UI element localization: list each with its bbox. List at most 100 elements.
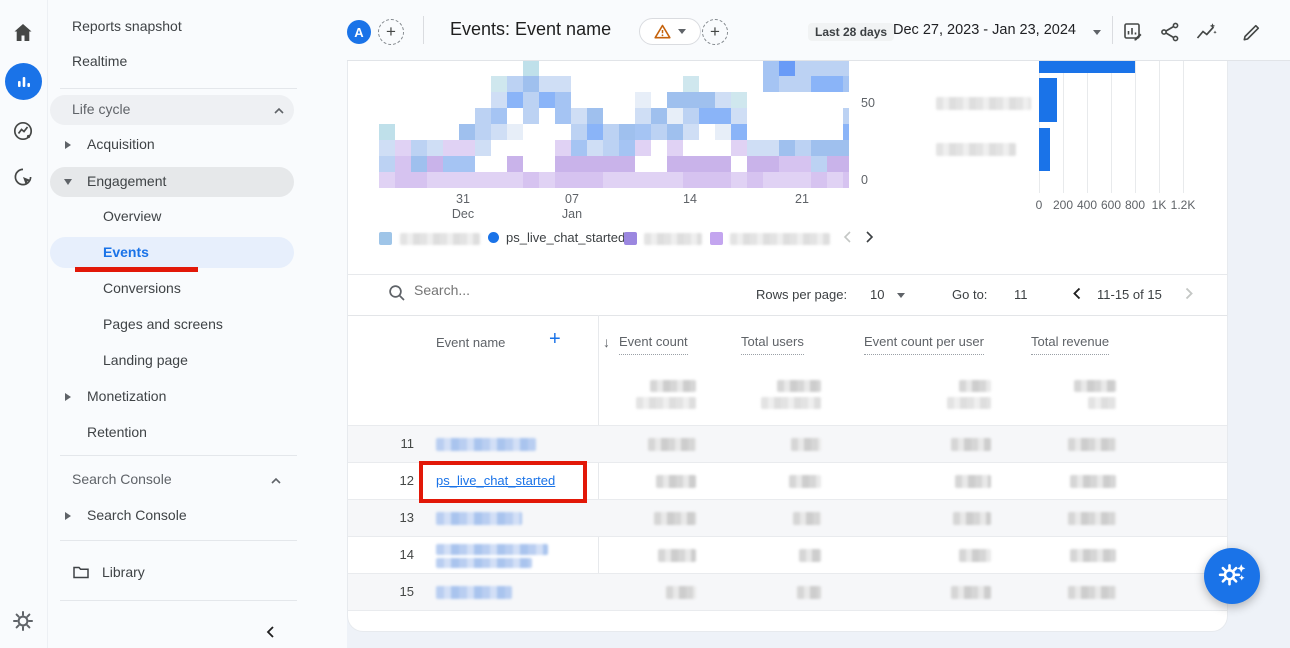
legend-swatch: [379, 232, 392, 245]
date-range-selector[interactable]: Dec 27, 2023 - Jan 23, 2024: [893, 22, 1076, 38]
x-axis-tick: 21: [780, 192, 824, 207]
sidebar-item-pages-and-screens[interactable]: Pages and screens: [103, 316, 223, 332]
col-header-event-count[interactable]: Event count: [619, 334, 688, 355]
redacted-event-name: [436, 512, 522, 525]
expand-arrow-icon[interactable]: [65, 393, 71, 401]
insights-fab-button[interactable]: [1204, 548, 1260, 604]
row-number: 15: [378, 584, 414, 599]
rows-per-page-value[interactable]: 10: [870, 287, 884, 302]
sidebar-item-monetization[interactable]: Monetization: [87, 388, 166, 404]
sidebar-item-realtime[interactable]: Realtime: [72, 53, 127, 69]
sidebar-item-search-console[interactable]: Search Console: [87, 507, 187, 523]
advertising-icon[interactable]: [12, 166, 34, 188]
chevron-up-icon[interactable]: [269, 474, 283, 488]
divider: [1112, 16, 1113, 44]
sidebar-item-conversions[interactable]: Conversions: [103, 280, 181, 296]
sidebar-item-events-selected[interactable]: Events: [50, 237, 294, 268]
bar-segment[interactable]: [1039, 60, 1135, 73]
table-row[interactable]: 13: [348, 499, 1227, 536]
account-avatar[interactable]: A: [347, 20, 371, 44]
col-header-total-revenue[interactable]: Total revenue: [1031, 334, 1109, 355]
legend-swatch: [624, 232, 637, 245]
obfuscated-line-chart: [379, 60, 849, 190]
sidebar-item-retention[interactable]: Retention: [87, 424, 147, 440]
table-row[interactable]: 15: [348, 573, 1227, 610]
row-number: 12: [378, 473, 414, 488]
pagination-range: 11-15 of 15: [1097, 287, 1162, 302]
legend-prev-icon[interactable]: [841, 230, 855, 244]
redacted-bar-label: [936, 97, 1031, 110]
prev-page-icon[interactable]: [1070, 286, 1085, 301]
col-header-event-count-per-user[interactable]: Event count per user: [864, 334, 984, 355]
expand-arrow-icon[interactable]: [65, 141, 71, 149]
expand-arrow-icon[interactable]: [65, 512, 71, 520]
reports-icon-selected[interactable]: [5, 63, 42, 100]
y-axis-tick: 0: [861, 173, 891, 187]
y-axis-tick: 50: [861, 96, 891, 110]
legend-dot: [488, 232, 499, 243]
event-name-link[interactable]: ps_live_chat_started: [436, 473, 555, 488]
sidebar-item-engagement[interactable]: Engagement: [50, 167, 294, 197]
sidebar-item-reports-snapshot[interactable]: Reports snapshot: [72, 18, 182, 34]
table-row-highlighted[interactable]: 12 ps_live_chat_started: [348, 462, 1227, 499]
sidebar-group-life-cycle[interactable]: Life cycle: [50, 95, 294, 125]
sidebar-item-library[interactable]: Library: [102, 564, 145, 580]
next-page-icon[interactable]: [1181, 286, 1196, 301]
legend-next-icon[interactable]: [862, 230, 876, 244]
share-icon[interactable]: [1159, 21, 1181, 43]
redacted-event-name: [436, 544, 548, 555]
col-header-total-users[interactable]: Total users: [741, 334, 804, 355]
customize-report-icon[interactable]: [1122, 21, 1144, 43]
col-header-event-name[interactable]: Event name: [436, 335, 505, 350]
redacted-event-name: [436, 438, 536, 451]
add-column-button[interactable]: +: [549, 328, 561, 351]
sidebar-group-search-console[interactable]: Search Console: [72, 471, 172, 487]
sidebar-item-acquisition[interactable]: Acquisition: [87, 136, 155, 152]
admin-gear-icon[interactable]: [11, 609, 35, 633]
bar-segment[interactable]: [1039, 128, 1050, 171]
x-axis-tick: 07Jan: [550, 192, 594, 222]
bar-chart-icon: [14, 72, 34, 92]
red-annotation-underline: [75, 267, 198, 272]
sidebar-divider: [60, 600, 297, 601]
search-icon: [388, 284, 406, 302]
sidebar-divider: [60, 88, 297, 89]
explore-icon[interactable]: [12, 120, 34, 142]
bar-segment[interactable]: [1039, 78, 1057, 122]
table-row[interactable]: 14: [348, 536, 1227, 573]
app-rail: [0, 0, 48, 648]
data-quality-warning-button[interactable]: [639, 18, 701, 45]
sort-desc-icon[interactable]: ↓: [603, 334, 610, 350]
caret-down-icon: [678, 29, 686, 34]
sidebar-divider: [60, 540, 297, 541]
sidebar-item-landing-page[interactable]: Landing page: [103, 352, 188, 368]
x-axis-tick: 14: [668, 192, 712, 207]
add-metric-button[interactable]: +: [702, 19, 728, 45]
add-comparison-button[interactable]: +: [378, 19, 404, 45]
goto-page-input[interactable]: 11: [1014, 287, 1028, 302]
divider: [423, 16, 424, 44]
divider: [348, 315, 1227, 316]
x-axis-tick: 31Dec: [441, 192, 485, 222]
events-report-card: 50 0 31Dec 07Jan 14 21 0 200 400 600 800…: [347, 60, 1228, 632]
redacted-legend-label: [400, 233, 480, 245]
warning-triangle-icon: [654, 24, 671, 39]
caret-down-icon[interactable]: [1093, 30, 1101, 35]
caret-down-icon[interactable]: [897, 293, 905, 298]
row-number: 11: [378, 436, 414, 451]
goto-label: Go to:: [952, 287, 987, 302]
life-cycle-label: Life cycle: [72, 101, 130, 117]
home-icon[interactable]: [12, 22, 34, 44]
report-header: A + Events: Event name + Last 28 days De…: [347, 0, 1290, 61]
events-label: Events: [103, 244, 149, 260]
table-search-input[interactable]: [412, 281, 636, 299]
collapse-arrow-icon: [64, 179, 72, 185]
insights-icon[interactable]: [1195, 21, 1217, 43]
edit-pencil-icon[interactable]: [1241, 21, 1263, 43]
table-bottom-border: [348, 610, 1227, 611]
collapse-sidebar-icon[interactable]: [263, 624, 279, 640]
redacted-legend-label: [730, 233, 830, 245]
table-row[interactable]: 11: [348, 425, 1227, 462]
report-content-area: 50 0 31Dec 07Jan 14 21 0 200 400 600 800…: [347, 60, 1290, 648]
sidebar-item-overview[interactable]: Overview: [103, 208, 161, 224]
